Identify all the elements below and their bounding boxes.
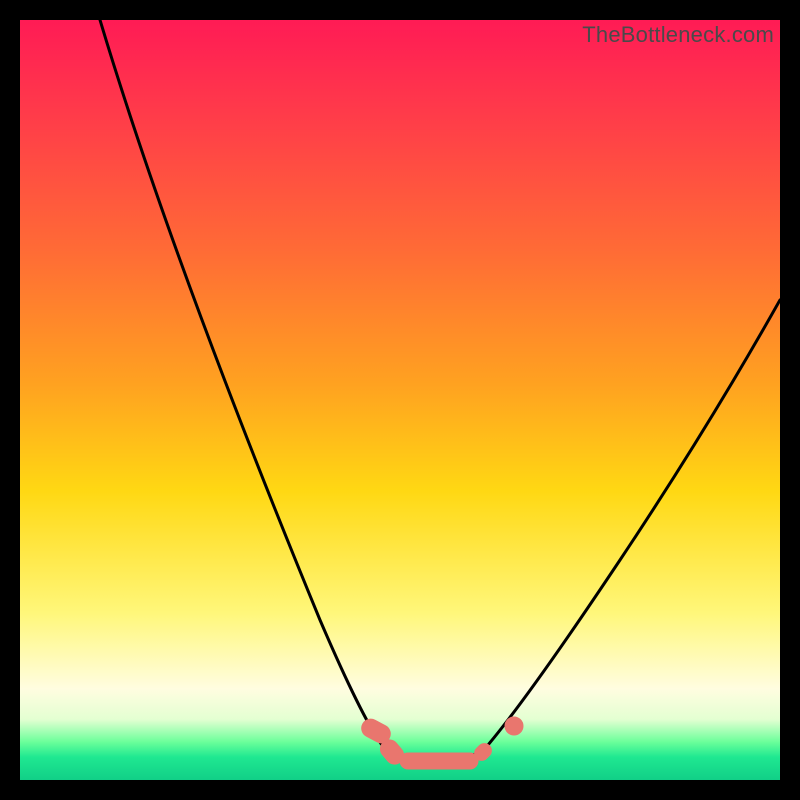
plot-area: TheBottleneck.com: [20, 20, 780, 780]
marker-blob: [400, 753, 478, 769]
chart-frame: TheBottleneck.com: [0, 0, 800, 800]
curve-right-branch: [482, 300, 780, 752]
marker-group: [359, 716, 523, 769]
curve-layer: [20, 20, 780, 780]
marker-dot: [505, 717, 523, 735]
curve-left-branch: [100, 20, 388, 752]
